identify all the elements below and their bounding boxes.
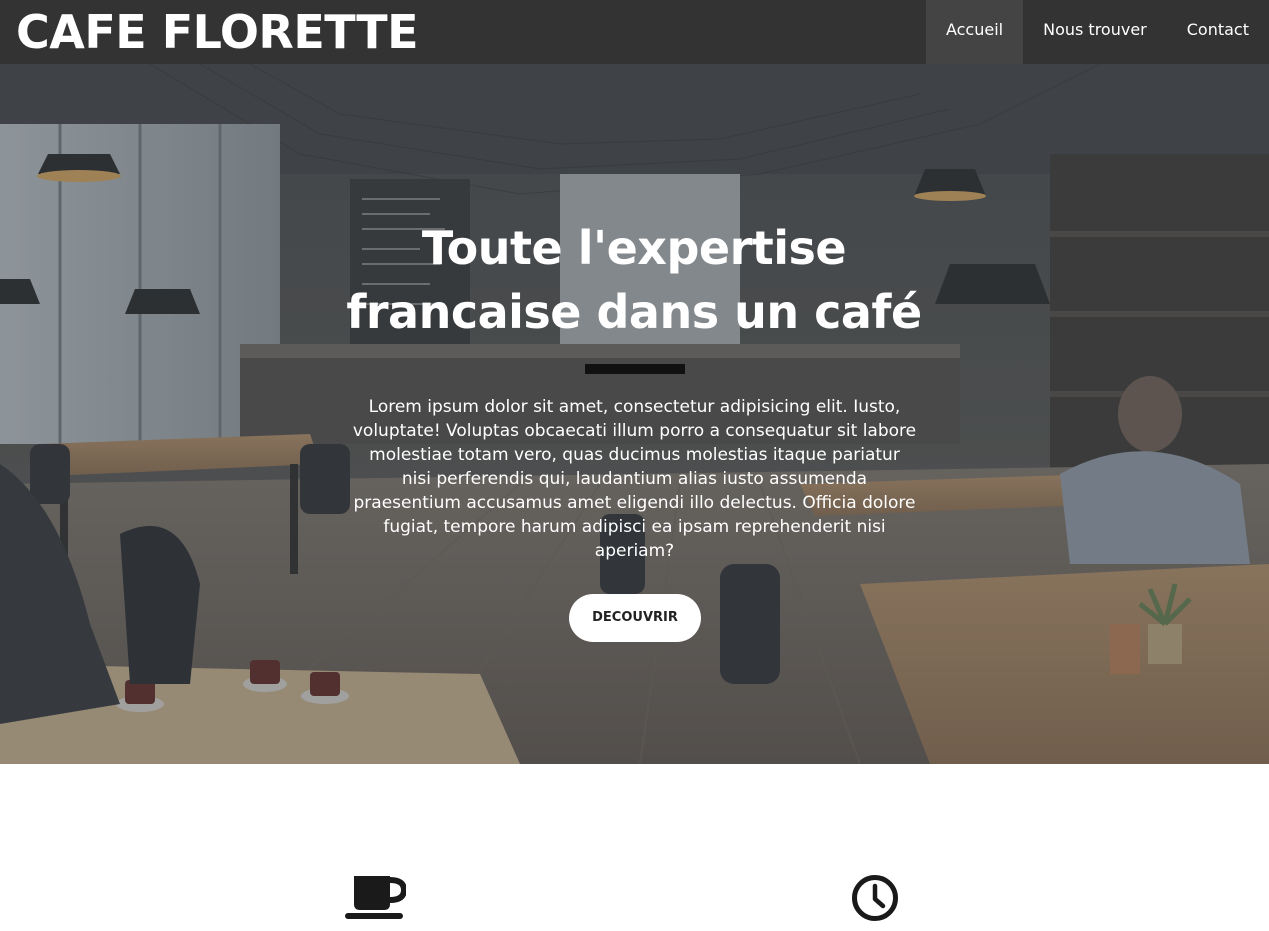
- clock-icon: [852, 875, 898, 921]
- hero-divider: [585, 364, 685, 374]
- hero-section: Toute l'expertise francaise dans un café…: [0, 64, 1269, 764]
- navbar: CAFE FLORETTE Accueil Nous trouver Conta…: [0, 0, 1269, 64]
- nav-item-contact[interactable]: Contact: [1167, 0, 1269, 64]
- hero-content: Toute l'expertise francaise dans un café…: [0, 64, 1269, 764]
- features-section: [0, 764, 1269, 931]
- nav-item-accueil[interactable]: Accueil: [925, 0, 1024, 64]
- hero-description: Lorem ipsum dolor sit amet, consectetur …: [352, 397, 917, 561]
- decouvrir-button[interactable]: DECOUVRIR: [569, 594, 701, 642]
- nav-item-nous-trouver[interactable]: Nous trouver: [1023, 0, 1167, 64]
- coffee-cup-icon: [345, 876, 406, 919]
- nav-links: Accueil Nous trouver Contact: [925, 0, 1269, 64]
- hero-title: Toute l'expertise francaise dans un café: [346, 221, 922, 339]
- brand-logo[interactable]: CAFE FLORETTE: [16, 0, 419, 64]
